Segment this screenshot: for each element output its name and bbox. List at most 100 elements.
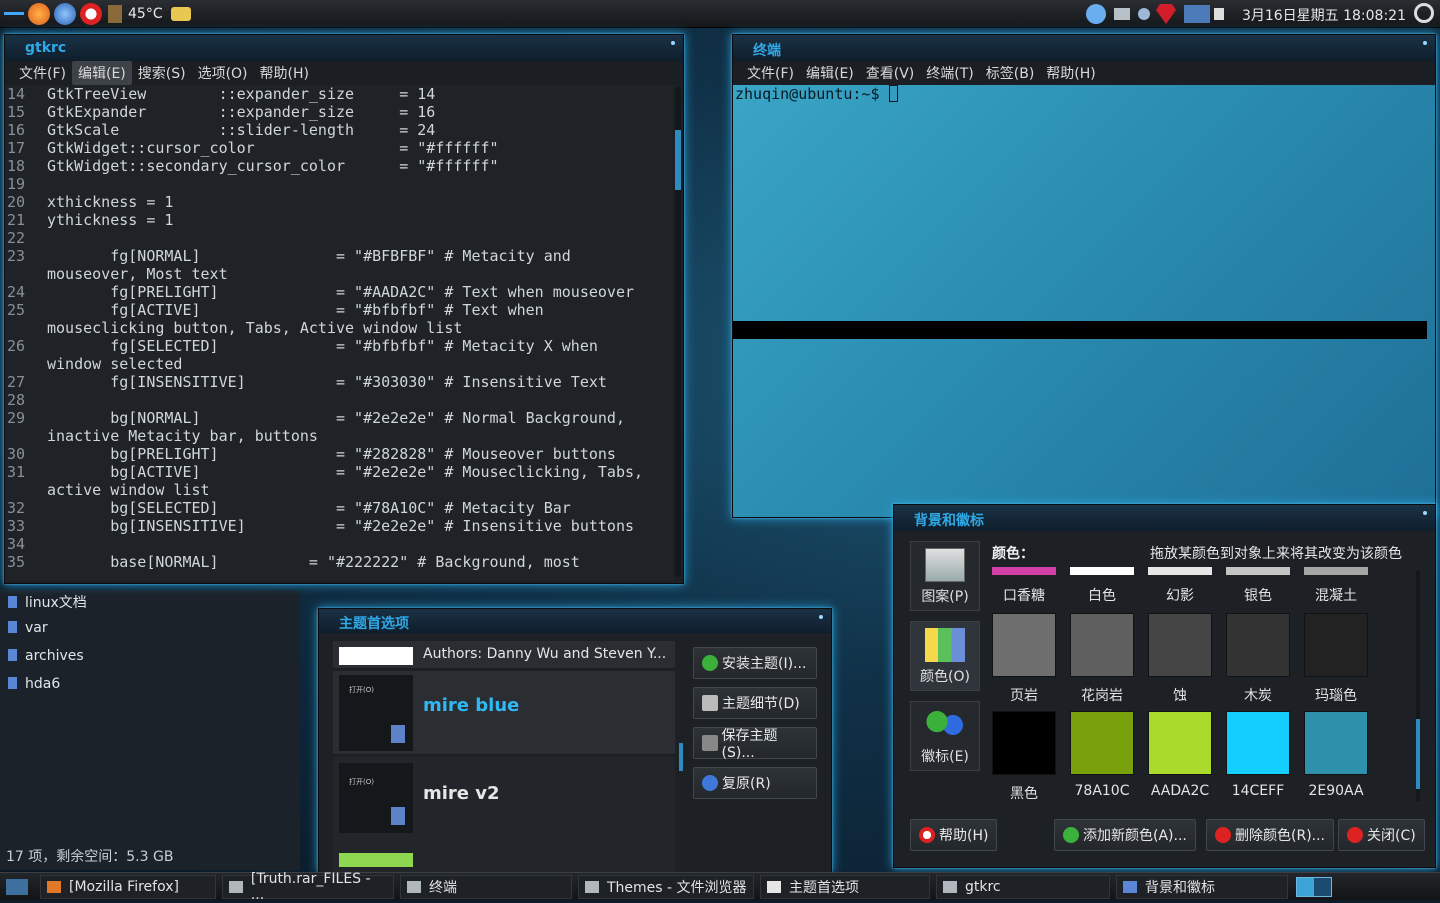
color-swatch[interactable]: 口香糖	[992, 567, 1056, 605]
window-title[interactable]: 主题首选项	[319, 609, 831, 633]
color-swatch[interactable]: 页岩	[992, 613, 1056, 705]
menu-edit[interactable]: 编辑(E)	[71, 61, 132, 85]
color-swatch[interactable]: 14CEFF	[1226, 711, 1290, 799]
editor-scroll-thumb[interactable]	[675, 130, 681, 190]
ruby-update-icon[interactable]	[1156, 4, 1176, 24]
revert-button[interactable]: 复原(R)	[693, 767, 817, 799]
save-theme-button[interactable]: 保存主题(S)...	[693, 727, 817, 761]
menu-tabs[interactable]: 标签(B)	[980, 61, 1041, 85]
theme-list-item[interactable]: 打开(O) mire v2	[333, 757, 675, 873]
color-swatch[interactable]: 2E90AA	[1304, 711, 1368, 799]
window-menu-icon[interactable]	[671, 41, 675, 45]
swatch-scroll-thumb[interactable]	[1416, 719, 1420, 789]
color-chip[interactable]	[1226, 711, 1290, 775]
messenger-icon[interactable]	[1086, 4, 1106, 24]
menu-options[interactable]: 选项(O)	[192, 61, 254, 85]
color-chip[interactable]	[1304, 613, 1368, 677]
color-chip[interactable]	[1070, 613, 1134, 677]
taskbar-item-themes-browser[interactable]: Themes - 文件浏览器	[578, 874, 754, 899]
shell-prompt: zhuqin@ubuntu:~$	[735, 85, 889, 103]
close-icon	[1347, 827, 1363, 843]
taskbar-item-theme-prefs[interactable]: 主题首选项	[760, 874, 930, 899]
panel-menu-icon[interactable]	[4, 12, 24, 15]
category-emblems[interactable]: 徽标(E)	[910, 701, 980, 771]
color-swatch[interactable]: AADA2C	[1148, 711, 1212, 799]
theme-list-scrollbar[interactable]	[679, 743, 683, 771]
theme-details-button[interactable]: 主题细节(D)	[693, 687, 817, 719]
menu-file[interactable]: 文件(F)	[13, 61, 72, 85]
list-item[interactable]: var	[8, 620, 48, 636]
color-chip[interactable]	[1070, 567, 1134, 575]
color-swatch[interactable]: 混凝土	[1304, 567, 1368, 605]
volume-icon[interactable]	[1214, 8, 1224, 20]
help-button[interactable]: 帮助(H)	[910, 819, 998, 851]
color-chip[interactable]	[992, 567, 1056, 575]
color-chip[interactable]	[1148, 567, 1212, 575]
window-menu-icon[interactable]	[1423, 41, 1427, 45]
color-name: 银色	[1244, 588, 1272, 604]
add-color-button[interactable]: 添加新颜色(A)...	[1054, 819, 1196, 851]
color-swatch[interactable]: 黑色	[992, 711, 1056, 803]
color-name: 幻影	[1166, 588, 1194, 604]
search-icon[interactable]	[1414, 3, 1434, 23]
close-button[interactable]: 关闭(C)	[1338, 819, 1425, 851]
color-name: 混凝土	[1315, 588, 1357, 604]
color-swatch[interactable]: 蚀	[1148, 613, 1212, 705]
color-chip[interactable]	[1148, 613, 1212, 677]
color-swatch[interactable]: 78A10C	[1070, 711, 1134, 799]
window-title[interactable]: 背景和徽标	[894, 505, 1435, 531]
lifebuoy-help-icon[interactable]	[80, 2, 102, 25]
menu-edit[interactable]: 编辑(E)	[800, 61, 860, 85]
category-patterns[interactable]: 图案(P)	[910, 541, 980, 611]
color-swatch[interactable]: 银色	[1226, 567, 1290, 605]
list-item[interactable]: linux文档	[8, 592, 87, 612]
color-chip[interactable]	[992, 613, 1056, 677]
window-title[interactable]: gtkrc	[5, 35, 683, 61]
window-menu-icon[interactable]	[1423, 511, 1427, 515]
folder-icon	[585, 880, 599, 893]
color-swatch[interactable]: 白色	[1070, 567, 1134, 605]
drive-icon[interactable]	[1114, 8, 1130, 20]
text-editor[interactable]: 14 GtkTreeView ::expander_size = 14 15 GtkE…	[5, 85, 673, 581]
firefox-icon[interactable]	[28, 2, 50, 25]
color-swatch[interactable]: 玛瑙色	[1304, 613, 1368, 705]
menu-view[interactable]: 查看(V)	[860, 61, 921, 85]
theme-list-item[interactable]: 打开(O) mire blue	[333, 671, 675, 755]
weather-icon[interactable]	[170, 6, 191, 21]
category-colors[interactable]: 颜色(O)	[910, 621, 980, 691]
list-item[interactable]: archives	[8, 648, 84, 664]
color-chip[interactable]	[992, 711, 1056, 775]
color-swatch[interactable]: 花岗岩	[1070, 613, 1134, 705]
menu-help[interactable]: 帮助(H)	[254, 61, 315, 85]
show-desktop-icon[interactable]	[6, 878, 28, 895]
clock[interactable]: 3月16日星期五 18:08:21	[1242, 5, 1406, 25]
color-chip[interactable]	[1226, 613, 1290, 677]
workspace-switcher[interactable]	[1296, 876, 1332, 897]
taskbar-item-bg-emblems[interactable]: 背景和徽标	[1116, 874, 1288, 899]
window-title[interactable]: 终端	[733, 35, 1435, 61]
menu-search[interactable]: 搜索(S)	[132, 61, 192, 85]
color-chip[interactable]	[1304, 567, 1368, 575]
browser-icon[interactable]	[54, 2, 76, 25]
color-chip[interactable]	[1070, 711, 1134, 775]
terminal-screen[interactable]: zhuqin@ubuntu:~$	[733, 85, 1435, 517]
display-icon[interactable]	[1184, 5, 1210, 23]
taskbar-item-gtkrc[interactable]: gtkrc	[936, 874, 1110, 899]
network-icon[interactable]	[1138, 8, 1150, 20]
color-chip[interactable]	[1226, 567, 1290, 575]
color-swatch[interactable]: 幻影	[1148, 567, 1212, 605]
install-theme-button[interactable]: 安装主题(I)...	[693, 647, 817, 679]
color-chip[interactable]	[1148, 711, 1212, 775]
list-item[interactable]: hda6	[8, 676, 60, 692]
remove-color-button[interactable]: 删除颜色(R)...	[1206, 819, 1335, 851]
taskbar-item-firefox[interactable]: [Mozilla Firefox]	[40, 874, 216, 899]
taskbar-item-terminal[interactable]: 终端	[400, 874, 572, 899]
theme-list-item[interactable]: Authors: Danny Wu and Steven Y...	[333, 641, 675, 669]
menu-terminal[interactable]: 终端(T)	[920, 61, 979, 85]
window-menu-icon[interactable]	[819, 615, 823, 619]
menu-file[interactable]: 文件(F)	[741, 61, 800, 85]
color-swatch[interactable]: 木炭	[1226, 613, 1290, 705]
taskbar-item-truth-files[interactable]: [Truth.rar_FILES - ...	[222, 871, 394, 903]
color-chip[interactable]	[1304, 711, 1368, 775]
menu-help[interactable]: 帮助(H)	[1040, 61, 1101, 85]
